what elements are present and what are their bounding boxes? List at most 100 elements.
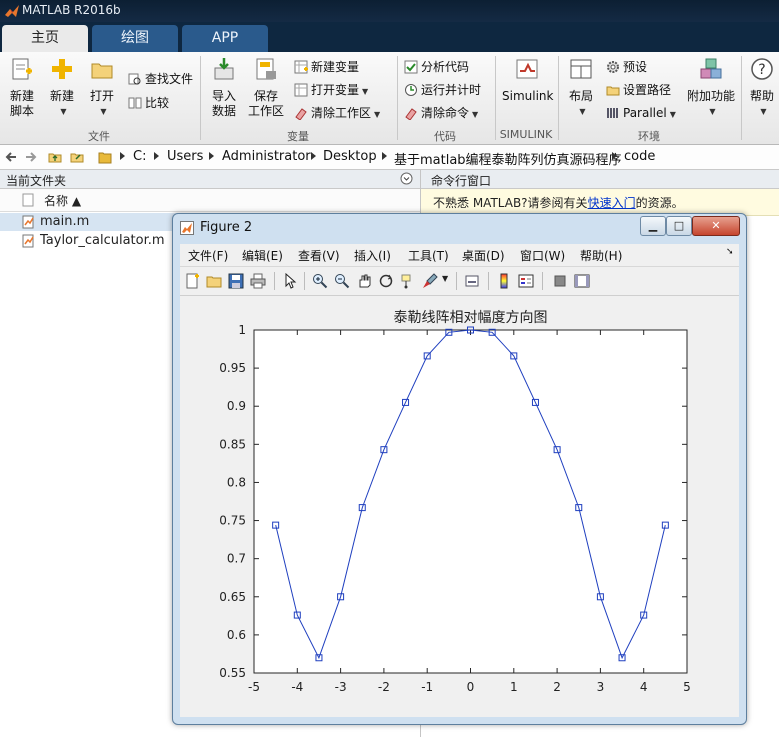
- name-column-label: 名称 ▲: [44, 194, 82, 208]
- new-variable-button[interactable]: 新建变量: [294, 58, 359, 76]
- current-folder-header: 当前文件夹: [0, 170, 420, 189]
- compare-button[interactable]: 比较: [128, 94, 169, 112]
- back-icon[interactable]: [4, 150, 18, 164]
- find-files-button[interactable]: 查找文件: [128, 70, 193, 88]
- tab-plots[interactable]: 绘图: [92, 25, 178, 52]
- hide-plot-tools-icon[interactable]: [552, 273, 568, 289]
- run-and-time-button[interactable]: 运行并计时: [404, 81, 481, 99]
- legend-icon[interactable]: [518, 273, 534, 289]
- help-dropdown-icon[interactable]: ▼: [749, 104, 778, 119]
- rotate-3d-icon[interactable]: [378, 273, 394, 289]
- breadcrumb-project-folder[interactable]: 基于matlab编程泰勒阵列仿真源码程序: [394, 149, 622, 168]
- data-cursor-icon[interactable]: [400, 273, 416, 289]
- maximize-button[interactable]: □: [666, 216, 692, 236]
- pointer-icon[interactable]: [282, 273, 298, 289]
- file-name: Taylor_calculator.m: [40, 233, 165, 248]
- clear-workspace-button[interactable]: 清除工作区 ▼: [294, 104, 380, 122]
- clear-workspace-dropdown-icon[interactable]: ▼: [374, 110, 380, 119]
- analyze-code-button[interactable]: 分析代码: [404, 58, 469, 76]
- simulink-label: Simulink: [502, 89, 554, 103]
- menu-desktop[interactable]: 桌面(D): [462, 247, 505, 264]
- breadcrumb-desktop[interactable]: Desktop: [323, 149, 377, 164]
- close-button[interactable]: ✕: [692, 216, 740, 236]
- save-icon[interactable]: [228, 273, 244, 289]
- name-column-header[interactable]: 名称 ▲: [0, 189, 420, 212]
- layout-dropdown-icon[interactable]: ▼: [567, 104, 598, 119]
- plot-area[interactable]: 泰勒线阵相对幅度方向图 -5 -4 -3 -2 -1 0 1 2 3 4 5 0.55 0.6 0.65 0.…: [180, 296, 739, 717]
- link-plot-icon[interactable]: [464, 273, 480, 289]
- current-folder-title: 当前文件夹: [6, 174, 67, 188]
- clear-workspace-icon: [295, 108, 307, 120]
- breadcrumb-administrator[interactable]: Administrator: [222, 149, 311, 164]
- addons-dropdown-icon[interactable]: ▼: [689, 104, 736, 119]
- axes-box: [253, 329, 688, 674]
- print-icon[interactable]: [250, 273, 266, 289]
- brush-dropdown-icon[interactable]: ▼: [442, 274, 448, 283]
- clear-commands-button[interactable]: 清除命令 ▼: [404, 104, 478, 122]
- menu-dock-icon[interactable]: ➘: [726, 247, 734, 257]
- breadcrumb-code[interactable]: code: [624, 149, 655, 164]
- up-folder-icon[interactable]: [48, 150, 62, 164]
- ribbon-toolbar: 新建 脚本 新建 ▼ 打开 ▼ 查找文件 比较 文件 导入 数据 保存 工作区 …: [0, 52, 779, 145]
- import-data-button[interactable]: 导入 数据: [206, 56, 242, 119]
- open-button[interactable]: 打开 ▼: [84, 56, 120, 119]
- x-tick-label: 3: [597, 680, 605, 694]
- layout-button[interactable]: 布局 ▼: [564, 56, 598, 119]
- clear-commands-dropdown-icon[interactable]: ▼: [472, 110, 478, 119]
- parallel-icon: [607, 108, 618, 118]
- figure-menubar: 文件(F) 编辑(E) 查看(V) 插入(I) 工具(T) 桌面(D) 窗口(W…: [180, 244, 739, 267]
- zoom-out-icon[interactable]: [334, 273, 350, 289]
- zoom-in-icon[interactable]: [312, 273, 328, 289]
- menu-view[interactable]: 查看(V): [298, 247, 340, 264]
- find-files-label: 查找文件: [145, 72, 194, 86]
- x-tick-label: 0: [467, 680, 475, 694]
- set-path-button[interactable]: 设置路径: [606, 81, 671, 99]
- simulink-button[interactable]: Simulink: [502, 56, 554, 104]
- simulink-icon: [516, 59, 538, 79]
- new-script-button[interactable]: 新建 脚本: [4, 56, 40, 119]
- pan-icon[interactable]: [356, 273, 372, 289]
- parallel-button[interactable]: Parallel ▼: [606, 104, 676, 122]
- menu-insert[interactable]: 插入(I): [354, 247, 391, 264]
- minimize-button[interactable]: ▁: [640, 216, 666, 236]
- open-file-icon[interactable]: [206, 273, 222, 289]
- breadcrumb-users[interactable]: Users: [167, 149, 203, 164]
- menu-edit[interactable]: 编辑(E): [242, 247, 283, 264]
- new-figure-icon[interactable]: [184, 273, 200, 289]
- set-path-icon: [606, 86, 620, 96]
- hint-suffix: 的资源。: [635, 196, 684, 210]
- tab-apps[interactable]: APP: [182, 25, 268, 52]
- new-dropdown-icon[interactable]: ▼: [47, 104, 80, 119]
- set-path-label: 设置路径: [623, 83, 672, 97]
- save-workspace-button[interactable]: 保存 工作区: [246, 56, 286, 119]
- colorbar-icon[interactable]: [496, 273, 512, 289]
- menu-file[interactable]: 文件(F): [188, 247, 228, 264]
- open-variable-dropdown-icon[interactable]: ▼: [362, 87, 368, 96]
- tab-home[interactable]: 主页: [2, 25, 88, 52]
- new-button[interactable]: 新建 ▼: [44, 56, 80, 119]
- crumb-separator: [382, 152, 387, 160]
- show-plot-tools-icon[interactable]: [574, 273, 590, 289]
- open-variable-button[interactable]: 打开变量 ▼: [294, 81, 368, 99]
- panel-menu-icon[interactable]: [400, 172, 413, 185]
- browse-folder-icon[interactable]: [70, 150, 84, 164]
- menu-help[interactable]: 帮助(H): [580, 247, 622, 264]
- parallel-dropdown-icon[interactable]: ▼: [670, 110, 676, 119]
- menu-tools[interactable]: 工具(T): [408, 247, 449, 264]
- open-dropdown-icon[interactable]: ▼: [87, 104, 120, 119]
- forward-icon[interactable]: [24, 150, 38, 164]
- addons-button[interactable]: 附加功能 ▼: [686, 56, 736, 119]
- brush-icon[interactable]: [422, 273, 438, 289]
- preferences-button[interactable]: 预设: [606, 58, 647, 76]
- help-button[interactable]: ? 帮助 ▼: [746, 56, 778, 119]
- command-hint-text: 不熟悉 MATLAB?请参阅有关快速入门的资源。: [433, 194, 684, 211]
- menu-window[interactable]: 窗口(W): [520, 247, 565, 264]
- figure-title-bar[interactable]: Figure 2 ▁ □ ✕: [173, 214, 746, 242]
- chart-title: 泰勒线阵相对幅度方向图: [394, 310, 548, 326]
- breadcrumb-drive[interactable]: C:: [133, 149, 146, 164]
- getting-started-link[interactable]: 快速入门: [588, 196, 636, 210]
- toolbar-divider: [274, 272, 275, 290]
- file-name: main.m: [40, 214, 90, 229]
- help-label: 帮助: [749, 89, 774, 103]
- open-variable-label: 打开变量: [311, 83, 360, 97]
